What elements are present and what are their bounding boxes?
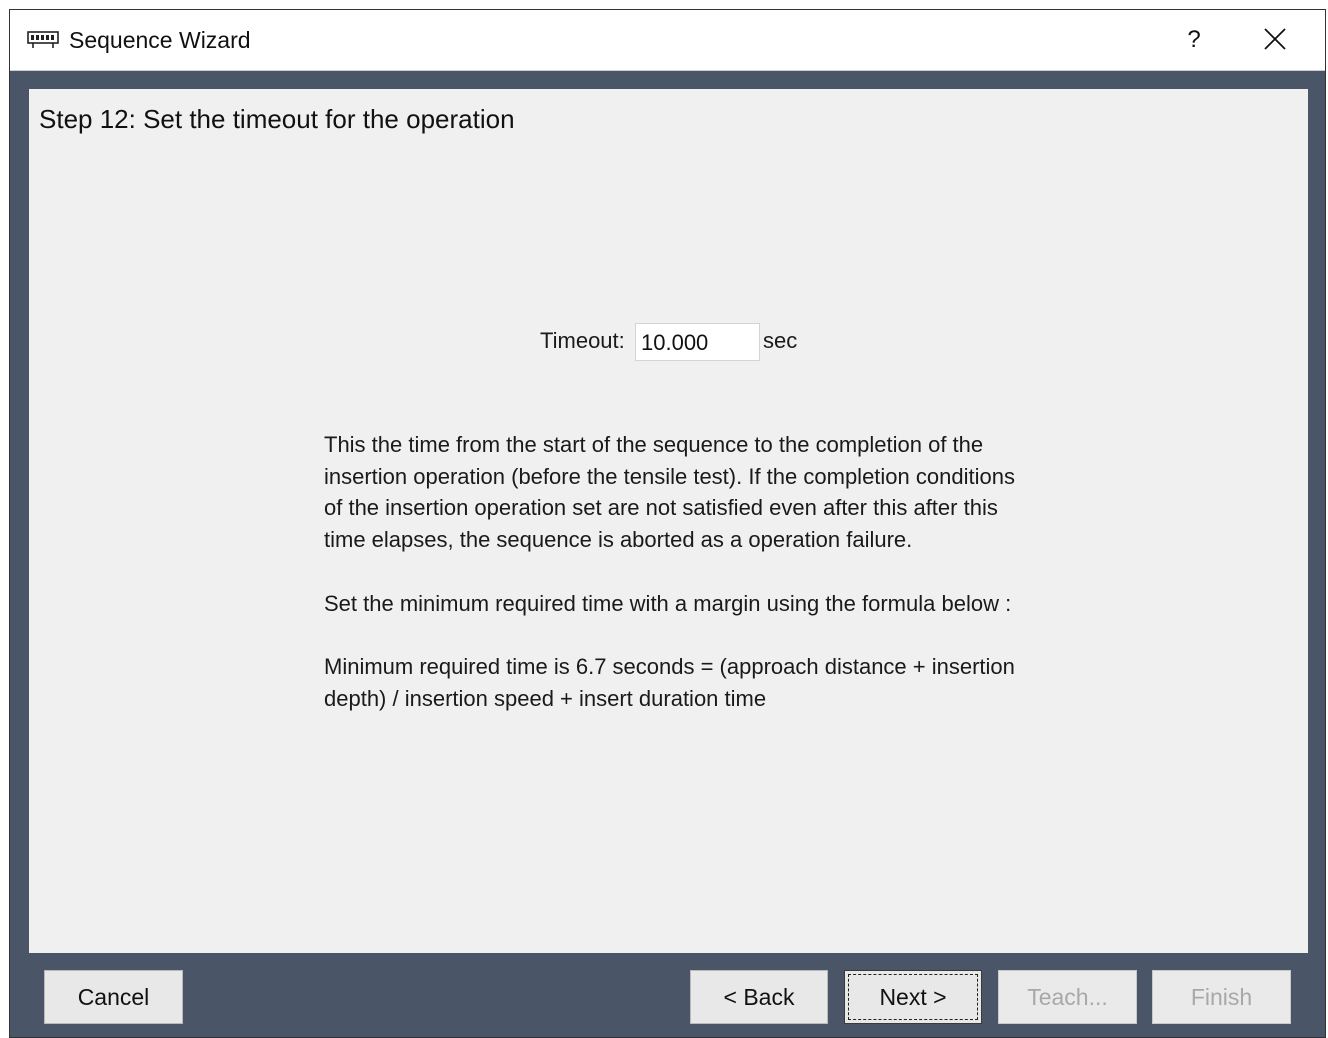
sequence-wizard-window: Sequence Wizard ? Step 12: Set the timeo… [9, 9, 1326, 1038]
focus-ring [848, 974, 978, 1020]
teach-button[interactable]: Teach... [998, 970, 1137, 1024]
step-title: Step 12: Set the timeout for the operati… [39, 104, 515, 134]
close-icon[interactable] [1255, 22, 1295, 58]
help-button[interactable]: ? [1172, 18, 1216, 62]
description-paragraph: Minimum required time is 6.7 seconds = (… [324, 653, 1015, 711]
description-paragraph: This the time from the start of the sequ… [324, 432, 1015, 553]
description-paragraph: Set the minimum required time with a mar… [324, 590, 1012, 616]
cancel-button[interactable]: Cancel [44, 970, 183, 1024]
wizard-step-panel: Step 12: Set the timeout for the operati… [29, 89, 1308, 953]
wizard-app-icon [27, 31, 59, 48]
timeout-unit: sec [763, 328, 798, 353]
next-button[interactable]: Next > [844, 970, 982, 1024]
timeout-input[interactable]: 10.000 [635, 323, 760, 361]
window-title: Sequence Wizard [69, 27, 251, 53]
finish-button[interactable]: Finish [1152, 970, 1291, 1024]
description-text: This the time from the start of the sequ… [324, 429, 1024, 746]
back-button[interactable]: < Back [690, 970, 828, 1024]
timeout-label: Timeout: [540, 328, 625, 353]
title-bar: Sequence Wizard ? [10, 10, 1325, 71]
